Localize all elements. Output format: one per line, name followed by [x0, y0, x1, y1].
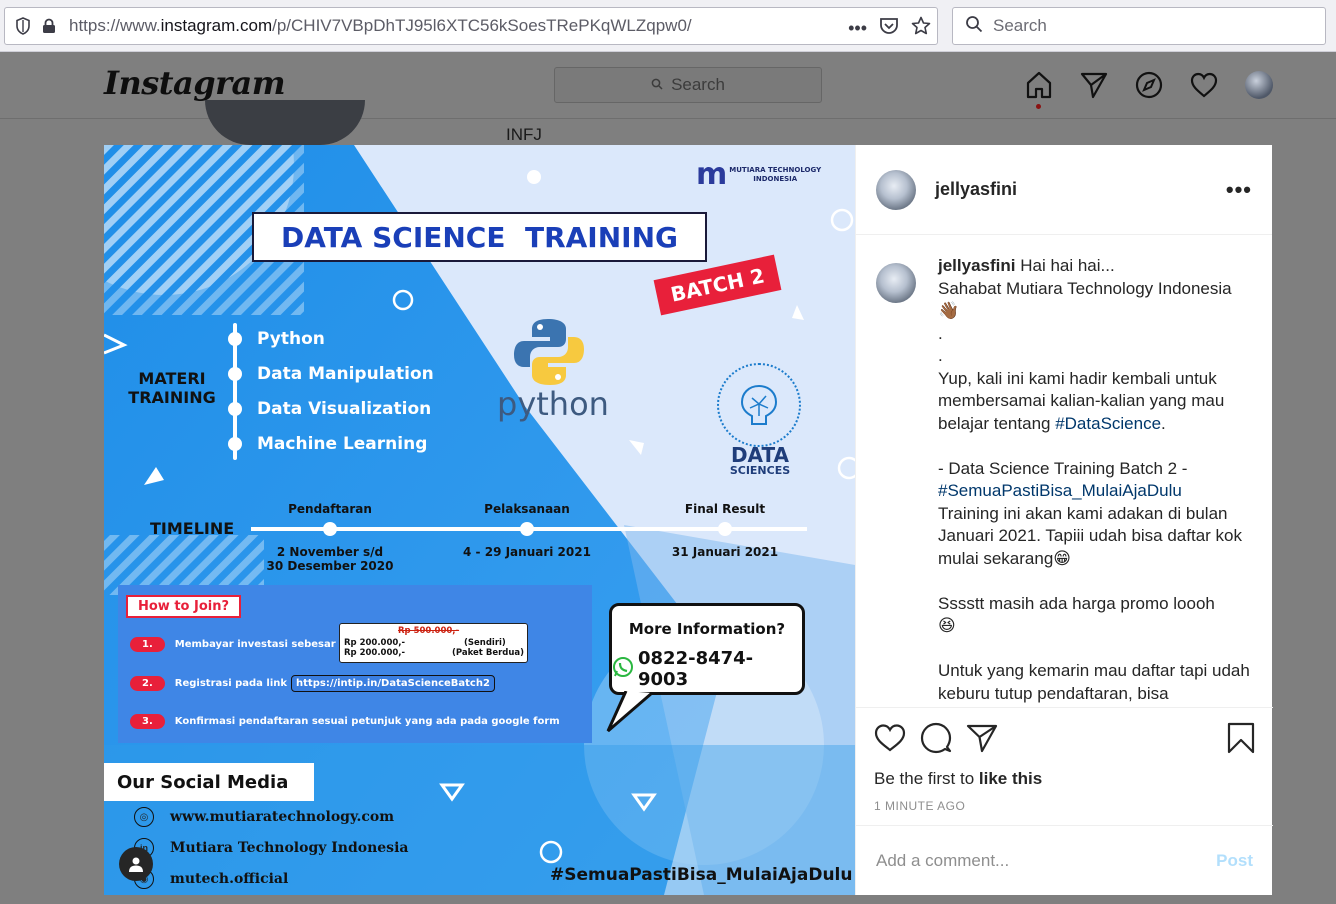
timeline-head: Final Result — [684, 502, 766, 516]
python-logo-icon — [512, 317, 586, 392]
python-word: python — [497, 385, 609, 423]
brain-icon — [717, 363, 801, 447]
save-bookmark-icon[interactable] — [1227, 722, 1255, 759]
more-info-text: More Information? — [628, 620, 786, 638]
bookmark-star-icon[interactable] — [911, 16, 931, 41]
browser-toolbar: https://www.instagram.com/p/CHIV7VBpDhTJ… — [0, 0, 1336, 52]
browser-search-box[interactable]: Search — [952, 7, 1326, 45]
social-item: ◉ mutech.official — [134, 869, 408, 889]
poster-hashtag: #SemuaPastiBisa_MulaiAjaDulu — [550, 865, 853, 885]
bubble-tail — [606, 691, 653, 733]
post-image[interactable]: m MUTIARA TECHNOLOGY INDONESIA DATA SCIE… — [104, 145, 855, 895]
more-actions-icon[interactable]: ••• — [848, 18, 867, 39]
post-actions: Be the first to like this 1 MINUTE AGO — [856, 707, 1273, 825]
address-bar[interactable]: https://www.instagram.com/p/CHIV7VBpDhTJ… — [4, 7, 938, 45]
url-text[interactable]: https://www.instagram.com/p/CHIV7VBpDhTJ… — [69, 16, 692, 36]
comment-icon[interactable] — [920, 722, 952, 759]
social-item: ◎ www.mutiaratechnology.com — [134, 807, 408, 827]
social-title: Our Social Media — [117, 771, 289, 793]
timeline-head: Pendaftaran — [288, 502, 372, 516]
timeline-date: 2 November s/d 30 Desember 2020 — [266, 545, 394, 573]
instagram-search[interactable]: Search — [554, 67, 822, 103]
globe-icon: ◎ — [134, 807, 154, 827]
materi-item: Data Manipulation — [228, 363, 434, 384]
post-comment-button[interactable]: Post — [1216, 851, 1253, 871]
price-box: Rp 500.000,- Rp 200.000,- (Sendiri) Rp 2… — [339, 623, 528, 663]
direct-icon[interactable] — [1077, 68, 1110, 101]
timeline-date: 31 Januari 2021 — [671, 545, 779, 559]
notification-dot — [1036, 104, 1041, 109]
profile-avatar[interactable] — [1242, 68, 1275, 101]
post-time[interactable]: 1 MINUTE AGO — [874, 799, 1255, 813]
home-icon[interactable] — [1022, 68, 1055, 101]
search-icon — [651, 75, 663, 95]
caption-username[interactable]: jellyasfini — [938, 256, 1015, 275]
like-heart-icon[interactable] — [874, 723, 906, 758]
whatsapp-icon — [612, 656, 634, 683]
instagram-header: Instagram Search — [0, 52, 1336, 119]
share-icon[interactable] — [966, 723, 998, 758]
poster-title-box: DATA SCIENCE TRAINING — [252, 212, 707, 262]
mt-logo-icon: m — [696, 157, 727, 192]
more-options-icon[interactable]: ••• — [1226, 177, 1252, 203]
pocket-icon[interactable] — [879, 17, 899, 40]
timeline-date: 4 - 29 Januari 2021 — [463, 545, 591, 559]
hashtag-link[interactable]: #SemuaPastiBisa_MulaiAjaDulu — [938, 481, 1182, 500]
lock-icon[interactable] — [39, 16, 59, 36]
author-avatar[interactable] — [876, 169, 916, 210]
likes-text: Be the first to like this — [874, 769, 1043, 788]
comment-input[interactable] — [876, 850, 1217, 871]
social-list: ◎ www.mutiaratechnology.com in Mutiara T… — [134, 807, 408, 889]
comment-form: Post — [856, 825, 1273, 895]
how-to-join-title: How to Join? — [126, 595, 242, 618]
phone-number: 0822-8474-9003 — [638, 648, 754, 690]
join-step: 1. Membayar investasi sebesar — [130, 637, 336, 652]
instagram-search-placeholder: Search — [671, 75, 725, 94]
materi-label: MATERI TRAINING — [128, 369, 216, 407]
social-title-banner: Our Social Media — [104, 763, 314, 801]
brand-logo: m MUTIARA TECHNOLOGY INDONESIA — [696, 157, 821, 192]
search-icon — [965, 15, 983, 38]
post-header: jellyasfini ••• — [856, 145, 1272, 235]
phone-row: 0822-8474-9003 — [612, 648, 802, 690]
caption-avatar[interactable] — [876, 263, 916, 303]
shield-icon[interactable] — [13, 16, 33, 36]
materi-item: Machine Learning — [228, 433, 434, 454]
post-modal: m MUTIARA TECHNOLOGY INDONESIA DATA SCIE… — [104, 145, 1273, 895]
tagged-user-icon[interactable] — [119, 847, 153, 881]
materi-item: Python — [228, 328, 434, 349]
poster-title: DATA SCIENCE TRAINING — [281, 220, 678, 254]
post-sidebar: jellyasfini ••• jellyasfini Hai hai hai.… — [855, 145, 1273, 895]
heart-icon[interactable] — [1187, 68, 1220, 101]
materi-item: Data Visualization — [228, 398, 434, 419]
background-profile-picture — [205, 100, 365, 145]
browser-search-placeholder: Search — [993, 16, 1047, 35]
join-step: 3. Konfirmasi pendaftaran sesuai petunju… — [130, 714, 560, 729]
post-caption: jellyasfini Hai hai hai... Sahabat Mutia… — [856, 255, 1273, 707]
timeline-dot — [520, 522, 534, 536]
timeline-label: TIMELINE — [150, 519, 235, 538]
sciences-word: SCIENCES — [729, 464, 791, 477]
instagram-logo[interactable]: Instagram — [104, 64, 286, 102]
timeline-dot — [718, 522, 732, 536]
like-this-link[interactable]: like this — [979, 769, 1042, 788]
background-profile-text: INFJ — [506, 125, 542, 144]
materi-list: Python Data Manipulation Data Visualizat… — [228, 328, 434, 454]
author-username[interactable]: jellyasfini — [935, 179, 1017, 200]
brand-name: MUTIARA TECHNOLOGY INDONESIA — [729, 165, 822, 183]
registration-link[interactable]: https://intip.in/DataScienceBatch2 — [291, 675, 495, 692]
join-step: 2. Registrasi pada link https://intip.in… — [130, 675, 495, 692]
more-info-bubble: More Information? 0822-8474-9003 — [609, 603, 805, 695]
social-item: in Mutiara Technology Indonesia — [134, 838, 408, 858]
timeline-head: Pelaksanaan — [484, 502, 570, 516]
caption-text: jellyasfini Hai hai hai... Sahabat Mutia… — [938, 256, 1250, 703]
how-to-join-panel: How to Join? 1. Membayar investasi sebes… — [118, 585, 592, 743]
explore-icon[interactable] — [1132, 68, 1165, 101]
timeline-dot — [323, 522, 337, 536]
hashtag-link[interactable]: #DataScience — [1055, 414, 1161, 433]
